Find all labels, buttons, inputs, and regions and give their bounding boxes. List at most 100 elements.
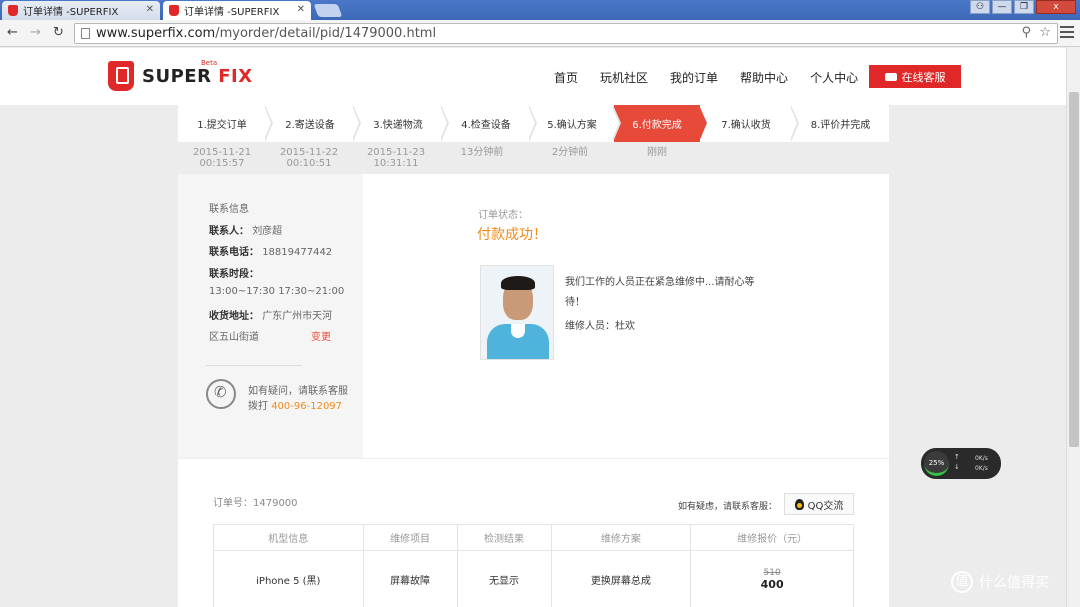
contact-address-line2: 区五山街道: [209, 332, 259, 343]
cpu-percent: 25%: [924, 451, 949, 476]
bookmark-star-icon[interactable]: ☆: [1039, 25, 1051, 40]
url-text[interactable]: www.superfix.com/myorder/detail/pid/1479…: [96, 26, 436, 41]
phone-icon: [206, 379, 236, 409]
nav-home[interactable]: 首页: [554, 69, 578, 86]
step-review-complete: 8.评价并完成: [810, 120, 871, 131]
upload-speed: 0K/s: [975, 455, 988, 462]
cell-repair-item: 屏幕故障: [362, 550, 458, 607]
browser-toolbar: ← → ↻ www.superfix.com/myorder/detail/pi…: [0, 20, 1080, 47]
help-text: 如有疑问，请联系客服: [248, 386, 348, 397]
step-confirm-plan: 5.确认方案: [530, 105, 621, 142]
nav-community[interactable]: 玩机社区: [600, 69, 648, 86]
tab-title: 订单详情 -SUPERFIX: [23, 7, 119, 18]
technician-photo: [480, 265, 554, 360]
contact-phone: 联系电话： 18819477442: [209, 247, 333, 258]
cell-test-result: 无显示: [456, 550, 552, 607]
step-date: 2015-11-23 10:31:11: [366, 147, 426, 169]
step-submit-order: 1.提交订单: [178, 105, 273, 142]
contact-time: 13:00~17:30 17:30~21:00: [209, 286, 345, 297]
col-test-result: 检测结果: [456, 524, 552, 551]
order-status-value: 付款成功！: [477, 227, 547, 243]
change-address-link[interactable]: 变更: [311, 328, 331, 343]
table-header-row: 机型信息 维修项目 检测结果 维修方案 维修报价（元）: [213, 524, 854, 551]
order-status-label: 订单状态：: [478, 210, 528, 221]
smzdm-watermark: 值 什么值得买: [951, 571, 1049, 593]
original-price: 510: [763, 567, 781, 578]
divider: [206, 365, 302, 366]
close-tab-icon[interactable]: ✕: [297, 4, 305, 15]
cell-repair-plan: 更换屏幕总成: [550, 550, 692, 607]
tab-title: 订单详情 -SUPERFIX: [184, 7, 280, 18]
divider: [178, 458, 889, 459]
final-price: 400: [760, 577, 784, 591]
address-bar[interactable]: www.superfix.com/myorder/detail/pid/1479…: [74, 23, 1058, 44]
step-logistics: 3.快递物流: [354, 105, 449, 142]
search-icon[interactable]: ⚲: [1021, 25, 1031, 40]
nav-my-orders[interactable]: 我的订单: [670, 69, 718, 86]
help-phone: 拨打 400-96-12097: [248, 401, 343, 412]
step-dates: 2015-11-21 00:15:57 2015-11-22 00:10:51 20…: [178, 142, 889, 174]
minimize-button[interactable]: —: [992, 0, 1012, 14]
browser-tab-1[interactable]: 订单详情 -SUPERFIX ✕: [2, 1, 160, 20]
page-scrollbar[interactable]: [1066, 47, 1080, 607]
contact-address: 收货地址： 广东广州市天河: [209, 311, 333, 322]
order-number: 订单号：1479000: [213, 498, 298, 509]
download-speed: 0K/s: [975, 465, 988, 472]
order-progress-steps: 1.提交订单 2.寄送设备 3.快递物流 4.检查设备 5.确认方案 6.付款完…: [178, 105, 889, 142]
superfix-logo-icon: [108, 61, 134, 91]
step-date: 13分钟前: [460, 147, 504, 158]
qq-chat-button[interactable]: QQ交流: [784, 493, 854, 515]
reload-icon[interactable]: ↻: [53, 25, 64, 40]
restore-button[interactable]: ❐: [1014, 0, 1034, 14]
contact-title: 联系信息: [209, 204, 249, 215]
contact-person: 联系人： 刘彦超: [209, 226, 283, 237]
step-inspect-device: 4.检查设备: [442, 105, 537, 142]
site-header: SUPER FIX Beta 首页 玩机社区 我的订单 帮助中心 个人中心▼ 在…: [0, 48, 1066, 105]
step-date: 刚刚: [647, 147, 667, 158]
contact-info-panel: 联系信息 联系人： 刘彦超 联系电话： 18819477442 联系时段： 13…: [178, 174, 363, 458]
cell-model: iPhone 5 (黑): [213, 550, 364, 607]
smzdm-logo-icon: 值: [951, 571, 973, 593]
logo-text: SUPER FIX: [142, 65, 253, 87]
page-icon: [81, 28, 90, 39]
close-tab-icon[interactable]: ✕: [146, 4, 154, 15]
step-date: 2015-11-21 00:15:57: [192, 147, 252, 169]
qq-penguin-icon: [794, 498, 804, 510]
nav-help[interactable]: 帮助中心: [740, 69, 788, 86]
col-repair-plan: 维修方案: [550, 524, 692, 551]
repair-message-line2: 待！: [565, 297, 585, 308]
network-speed-widget[interactable]: 25% ↑ ↓ 0K/s 0K/s: [921, 448, 1001, 479]
browser-tab-2[interactable]: 订单详情 -SUPERFIX ✕: [163, 1, 311, 20]
superfix-favicon-icon: [169, 5, 179, 16]
step-date: 2分钟前: [551, 147, 589, 158]
online-service-button[interactable]: 在线客服: [869, 65, 961, 88]
new-tab-button[interactable]: [313, 4, 343, 17]
contact-service-text: 如有疑虑，请联系客服：: [678, 502, 778, 512]
browser-menu-icon[interactable]: [1060, 26, 1074, 41]
order-detail-card: 联系信息 联系人： 刘彦超 联系电话： 18819477442 联系时段： 13…: [178, 174, 889, 607]
step-send-device: 2.寄送设备: [266, 105, 361, 142]
forward-arrow-icon[interactable]: →: [30, 25, 41, 40]
download-arrow-icon: ↓: [954, 463, 960, 471]
col-price: 维修报价（元）: [690, 524, 854, 551]
back-arrow-icon[interactable]: ←: [7, 25, 18, 40]
order-table: 机型信息 维修项目 检测结果 维修方案 维修报价（元） iPhone 5 (黑)…: [213, 524, 854, 607]
close-window-button[interactable]: x: [1036, 0, 1076, 14]
superfix-favicon-icon: [8, 5, 18, 16]
technician-name: 维修人员：杜欢: [565, 321, 635, 332]
user-profile-button[interactable]: ⚇: [970, 0, 990, 14]
contact-time-label: 联系时段：: [209, 269, 259, 280]
scrollbar-thumb[interactable]: [1069, 92, 1079, 447]
upload-arrow-icon: ↑: [954, 453, 960, 461]
step-date: 2015-11-22 00:10:51: [279, 147, 339, 169]
step-payment-complete: 6.付款完成: [614, 105, 707, 142]
browser-tab-strip: 订单详情 -SUPERFIX ✕ 订单详情 -SUPERFIX ✕ ⚇ — ❐ …: [0, 0, 1080, 20]
window-controls: ⚇ — ❐ x: [970, 0, 1076, 14]
table-row: iPhone 5 (黑) 屏幕故障 无显示 更换屏幕总成 510 400: [213, 550, 854, 607]
step-confirm-receipt: 7.确认收货: [700, 105, 799, 142]
superfix-logo[interactable]: SUPER FIX Beta: [108, 59, 253, 91]
beta-badge: Beta: [201, 59, 218, 67]
cell-price: 510 400: [690, 550, 854, 607]
col-model: 机型信息: [213, 524, 364, 551]
repair-message: 我们工作的人员正在紧急维修中...请耐心等: [565, 277, 755, 288]
